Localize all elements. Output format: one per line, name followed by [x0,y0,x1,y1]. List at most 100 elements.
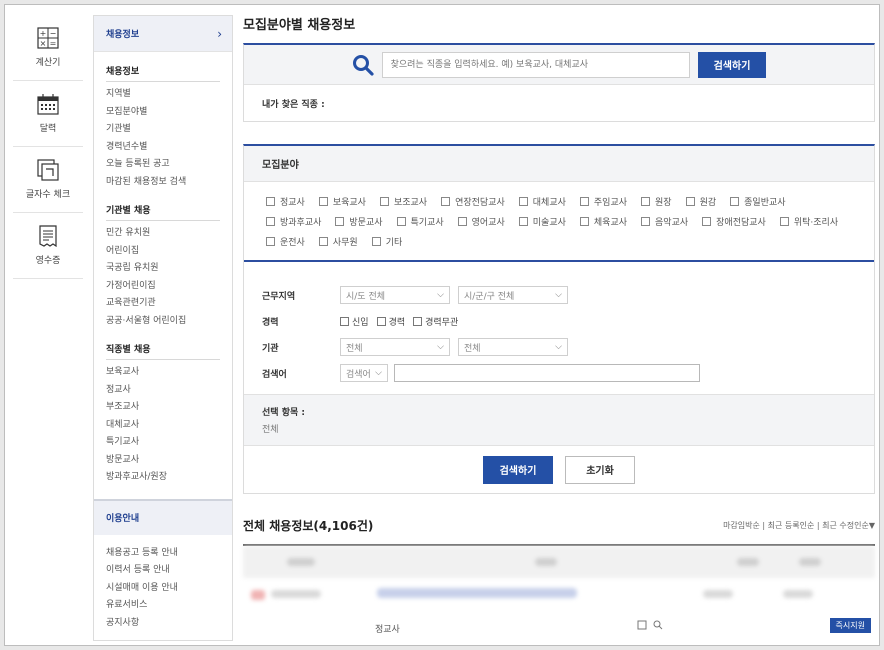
checkbox-box [376,316,386,326]
field-checkbox[interactable]: 보조교사 [379,194,427,208]
side-group-title: 채용정보 [106,52,220,82]
side-item-daycare[interactable]: 어린이집 [106,243,220,261]
field-checkbox[interactable]: 사무원 [318,234,358,248]
side-item-career[interactable]: 경력년수별 [106,139,220,157]
checkbox-label: 운전사 [280,237,305,248]
region-sido-select[interactable]: 시/도 전체 ⌵ [340,286,450,304]
side-item-visiting-teacher[interactable]: 방문교사 [106,452,220,470]
keyword-input[interactable] [394,364,700,382]
field-checkbox[interactable]: 음악교사 [641,214,688,228]
checkbox-box [779,216,789,226]
checkbox-box [371,236,381,246]
chevron-right-icon: › [217,26,222,41]
side-item-special-teacher[interactable]: 특기교사 [106,434,220,452]
field-checkbox[interactable]: 특기교사 [396,214,444,228]
sort-recent-updated[interactable]: 최근 수정인순▼ [822,521,875,530]
region-sigungu-select[interactable]: 시/군/구 전체 ⌵ [458,286,568,304]
apply-now-badge[interactable]: 즉시지원 [829,618,871,633]
side-item-home-daycare[interactable]: 가정어린이집 [106,278,220,296]
tool-receipt[interactable]: 영수증 [13,213,83,279]
calculator-icon: + − × = [37,27,59,49]
checkbox-label: 종일반교사 [744,197,786,208]
field-checkbox[interactable]: 연장전담교사 [441,194,505,208]
side-item-childcare-teacher[interactable]: 보육교사 [106,364,220,382]
field-checkbox[interactable]: 장애전담교사 [702,214,766,228]
checkbox-label: 특기교사 [410,217,444,228]
field-checkbox[interactable]: 방문교사 [335,214,383,228]
field-checkbox[interactable]: 영어교사 [457,214,505,228]
row-icons [637,620,663,630]
job-search-box: 검색하기 내가 찾은 직종 : [243,43,875,122]
checkbox-box [441,196,451,206]
search-button[interactable]: 검색하기 [697,51,767,78]
side-item-substitute-teacher[interactable]: 대체교사 [106,417,220,435]
side-item-edu-org[interactable]: 교육관련기관 [106,295,220,313]
tool-calendar[interactable]: 달력 [13,81,83,147]
sort-deadline[interactable]: 마감임박순 [723,521,760,530]
org-select-1[interactable]: 전체 ⌵ [340,338,450,356]
org-label: 기관 [262,343,279,354]
checkbox-box [518,216,528,226]
side-item-public-kindergarten[interactable]: 국공립 유치원 [106,260,220,278]
field-checkbox[interactable]: 체육교사 [579,214,628,228]
tool-calculator[interactable]: + − × = 계산기 [13,15,83,81]
guide-item-notice[interactable]: 공지사항 [106,615,220,633]
checkbox-label: 기타 [385,237,403,248]
checkbox-label: 체육교사 [593,217,628,228]
selected-value: 전체 [262,425,279,435]
field-checkbox[interactable]: 방과후교사 [266,214,321,228]
career-exp-checkbox[interactable]: 경력 [376,315,405,328]
field-checkbox[interactable]: 보육교사 [318,194,366,208]
guide-item-resume[interactable]: 이력서 등록 안내 [106,562,220,580]
side-item-field[interactable]: 모집분야별 [106,104,220,122]
submit-search-button[interactable]: 검색하기 [483,455,553,484]
region-label: 근무지역 [262,291,296,302]
chevron-down-icon: ⌵ [437,290,444,300]
field-checkbox[interactable]: 대체교사 [518,194,566,208]
side-item-org[interactable]: 기관별 [106,121,220,139]
side-group-jobs: 채용정보 지역별 모집분야별 기관별 경력년수별 오늘 등록된 공고 마감된 채… [94,52,232,191]
table-header [243,546,875,578]
calendar-icon [37,94,59,115]
table-row[interactable]: 정교사 즉시지원 [243,578,875,635]
field-checkbox[interactable]: 기타 [371,234,403,248]
filter-row-region: 근무지역 시/도 전체 ⌵ 시/군/구 전체 ⌵ [262,282,856,308]
selected-items: 선택 항목 : 전체 [244,394,874,445]
guide-item-facility[interactable]: 시설매매 이용 안내 [106,580,220,598]
select-value: 시/군/구 전체 [464,291,515,302]
field-checkbox[interactable]: 주임교사 [579,194,627,208]
page-frame: + − × = 계산기 달력 글자수 체크 영수증 채용정보 › 채용정보 지역… [4,4,880,646]
side-item-today[interactable]: 오늘 등록된 공고 [106,156,220,174]
field-checkbox[interactable]: 위탁·조리사 [779,214,838,228]
checkbox-box [641,196,651,206]
side-item-assistant-teacher[interactable]: 부조교사 [106,399,220,417]
checkbox-box [335,216,345,226]
document-icon [637,620,647,630]
guide-item-post-job[interactable]: 채용공고 등록 안내 [106,545,220,563]
field-checkbox[interactable]: 종일반교사 [730,194,786,208]
side-item-private-kindergarten[interactable]: 민간 유치원 [106,225,220,243]
field-checkbox[interactable]: 원감 [685,194,716,208]
keyword-type-select[interactable]: 검색어 ⌵ [340,364,388,382]
reset-button[interactable]: 초기화 [565,455,635,484]
career-any-checkbox[interactable]: 경력무관 [413,315,458,328]
side-menu-header[interactable]: 채용정보 › [94,16,232,52]
field-checkbox[interactable]: 원장 [641,194,672,208]
sort-recent-registered[interactable]: 최근 등록인순 [768,521,815,530]
side-item-afterschool-teacher[interactable]: 방과후교사/원장 [106,469,220,487]
side-item-region[interactable]: 지역별 [106,86,220,104]
blurred-header-cell [799,558,821,566]
search-icon [352,54,374,76]
side-item-public-daycare[interactable]: 공공·서울형 어린이집 [106,313,220,331]
side-item-closed[interactable]: 마감된 채용정보 검색 [106,174,220,192]
career-new-checkbox[interactable]: 신입 [340,315,369,328]
list-header: 전체 채용정보(4,106건) 마감임박순 | 최근 등록인순 | 최근 수정인… [243,516,875,534]
search-input[interactable] [381,51,690,78]
field-checkbox[interactable]: 운전사 [266,234,305,248]
field-checkbox[interactable]: 미술교사 [518,214,566,228]
side-item-regular-teacher[interactable]: 정교사 [106,382,220,400]
field-checkbox[interactable]: 정교사 [266,194,305,208]
tool-char-count[interactable]: 글자수 체크 [13,147,83,213]
guide-item-paid[interactable]: 유료서비스 [106,597,220,615]
org-select-2[interactable]: 전체 ⌵ [458,338,568,356]
